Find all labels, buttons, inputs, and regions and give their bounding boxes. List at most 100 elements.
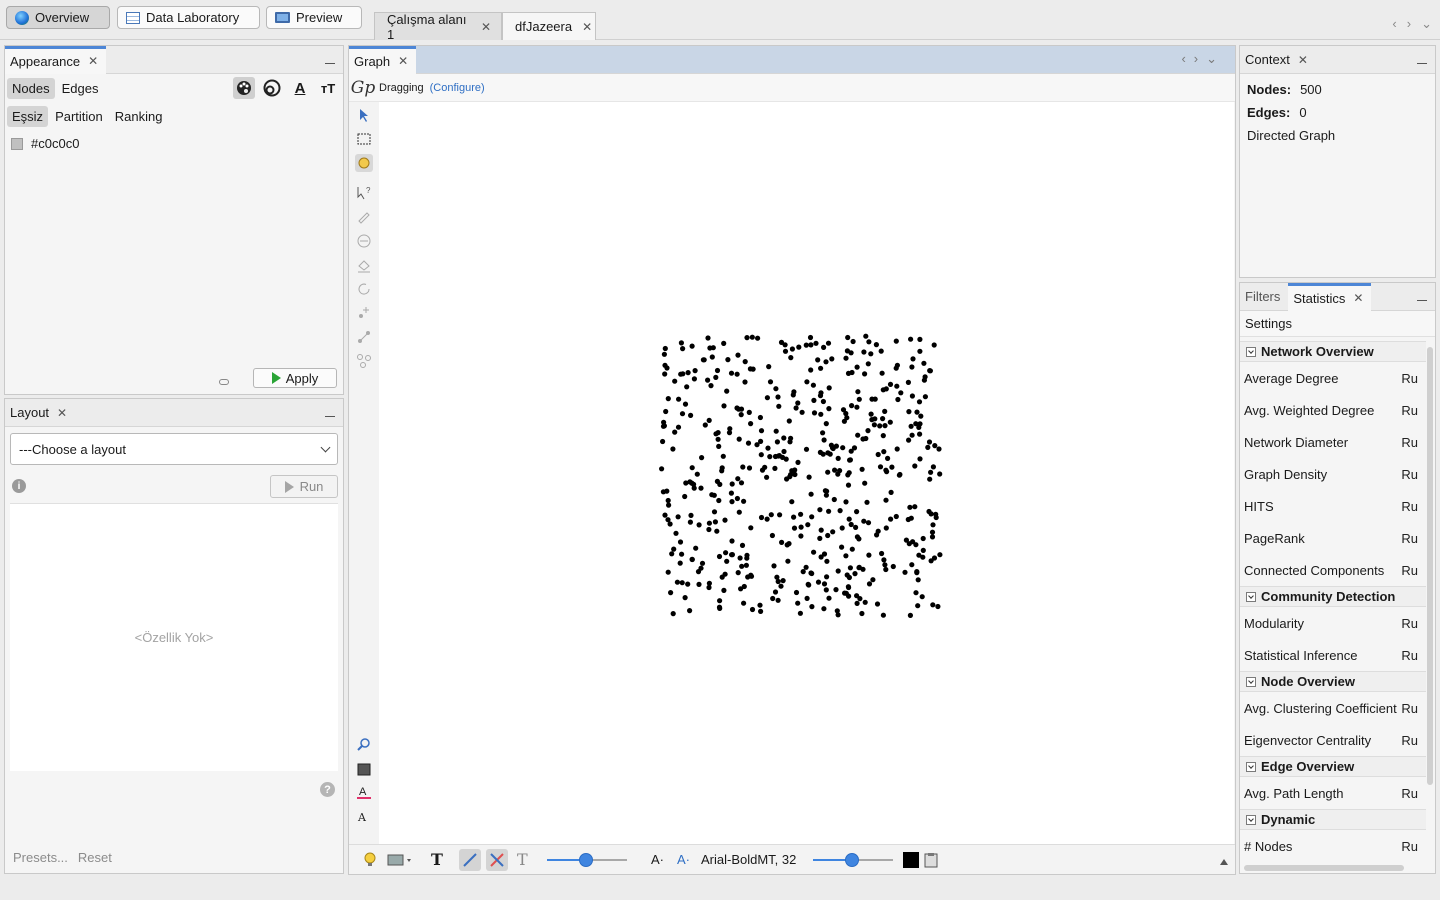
- graph-node[interactable]: [660, 438, 666, 445]
- graph-node[interactable]: [830, 529, 836, 535]
- graph-node[interactable]: [808, 342, 814, 348]
- stats-run-button[interactable]: Ru: [1401, 701, 1418, 716]
- graph-node[interactable]: [728, 490, 734, 496]
- graph-node[interactable]: [837, 468, 843, 474]
- graph-node[interactable]: [770, 595, 776, 602]
- tab-workspace-1[interactable]: Çalışma alanı 1 ✕: [374, 12, 502, 42]
- graph-node[interactable]: [880, 433, 886, 439]
- graph-node[interactable]: [671, 546, 677, 552]
- graph-node[interactable]: [749, 334, 755, 340]
- graph-node[interactable]: [808, 367, 814, 373]
- graph-node[interactable]: [874, 601, 881, 607]
- graph-node[interactable]: [724, 388, 730, 394]
- add-node-icon[interactable]: [355, 304, 373, 322]
- graph-node[interactable]: [905, 379, 912, 385]
- graph-node[interactable]: [777, 512, 783, 518]
- graph-node[interactable]: [659, 466, 665, 472]
- graph-node[interactable]: [920, 535, 926, 542]
- graph-node[interactable]: [843, 499, 849, 505]
- graph-node[interactable]: [915, 577, 921, 583]
- graph-node[interactable]: [879, 550, 885, 557]
- graph-node[interactable]: [882, 423, 888, 429]
- graph-node[interactable]: [893, 338, 899, 344]
- graph-node[interactable]: [769, 532, 775, 539]
- graph-node[interactable]: [919, 594, 925, 600]
- graph-node[interactable]: [813, 340, 819, 346]
- graph-node[interactable]: [693, 545, 699, 551]
- graph-node[interactable]: [758, 514, 765, 521]
- graph-node[interactable]: [928, 558, 934, 564]
- graph-node[interactable]: [855, 389, 861, 395]
- graph-node[interactable]: [772, 465, 778, 471]
- add-edge-icon[interactable]: [355, 328, 373, 346]
- graph-node[interactable]: [931, 342, 937, 348]
- horizontal-scrollbar[interactable]: [1244, 865, 1404, 871]
- graph-node[interactable]: [758, 452, 764, 458]
- stats-run-button[interactable]: Ru: [1401, 499, 1418, 514]
- graph-node[interactable]: [809, 604, 815, 610]
- graph-node[interactable]: [722, 517, 728, 523]
- graph-node[interactable]: [739, 563, 745, 569]
- graph-node[interactable]: [916, 424, 922, 430]
- graph-node[interactable]: [803, 564, 809, 570]
- graph-node[interactable]: [879, 370, 885, 376]
- tab-ranking[interactable]: Ranking: [110, 106, 168, 127]
- graph-node[interactable]: [843, 355, 849, 361]
- node-size-slider[interactable]: [547, 853, 627, 867]
- graph-node[interactable]: [699, 560, 706, 566]
- graph-node[interactable]: [754, 442, 760, 448]
- graph-node[interactable]: [758, 428, 765, 434]
- graph-node[interactable]: [906, 409, 912, 415]
- graph-node[interactable]: [706, 417, 712, 423]
- graph-node[interactable]: [877, 464, 884, 470]
- chevron-down-icon[interactable]: ⌄: [1421, 16, 1432, 32]
- graph-node[interactable]: [670, 611, 676, 617]
- graph-node[interactable]: [696, 522, 702, 528]
- graph-node[interactable]: [775, 394, 781, 400]
- graph-node[interactable]: [864, 499, 870, 505]
- graph-node[interactable]: [791, 514, 797, 520]
- stats-run-button[interactable]: Ru: [1401, 616, 1418, 631]
- graph-node[interactable]: [860, 566, 866, 572]
- graph-node[interactable]: [689, 343, 695, 349]
- chevron-left-icon[interactable]: ‹: [1392, 16, 1396, 32]
- stats-category[interactable]: Dynamic: [1240, 809, 1426, 830]
- graph-node[interactable]: [872, 396, 878, 402]
- graph-node[interactable]: [803, 342, 809, 348]
- graph-node[interactable]: [734, 495, 740, 502]
- graph-node[interactable]: [788, 355, 794, 361]
- graph-node[interactable]: [821, 344, 827, 350]
- graph-node[interactable]: [803, 446, 810, 452]
- graph-node[interactable]: [893, 365, 899, 371]
- graph-node[interactable]: [682, 493, 688, 500]
- graph-node[interactable]: [865, 361, 871, 367]
- graph-node[interactable]: [775, 578, 781, 585]
- graph-node[interactable]: [661, 351, 667, 357]
- stats-category[interactable]: Edge Overview: [1240, 756, 1426, 777]
- stats-category[interactable]: Community Detection: [1240, 586, 1426, 607]
- graph-node[interactable]: [764, 474, 770, 480]
- shortest-path-icon[interactable]: [355, 232, 373, 250]
- graph-node[interactable]: [922, 374, 928, 380]
- edit-pointer-icon[interactable]: ?: [355, 184, 373, 202]
- graph-node[interactable]: [779, 539, 785, 545]
- graph-node[interactable]: [818, 411, 824, 417]
- graph-node[interactable]: [850, 338, 856, 345]
- graph-node[interactable]: [712, 519, 718, 525]
- graph-node[interactable]: [877, 423, 883, 429]
- graph-node[interactable]: [907, 612, 914, 618]
- graph-node[interactable]: [702, 422, 708, 428]
- graph-node[interactable]: [726, 430, 733, 436]
- graph-node[interactable]: [735, 352, 741, 358]
- graph-node[interactable]: [767, 454, 773, 460]
- graph-node[interactable]: [820, 430, 826, 436]
- tab-unique[interactable]: Eşsiz: [7, 105, 49, 127]
- graph-node[interactable]: [805, 522, 811, 528]
- graph-node[interactable]: [843, 410, 849, 417]
- graph-node[interactable]: [685, 370, 691, 376]
- graph-node[interactable]: [885, 455, 891, 461]
- graph-node[interactable]: [846, 516, 852, 522]
- graph-node[interactable]: [808, 491, 814, 497]
- stats-run-button[interactable]: Ru: [1401, 839, 1418, 854]
- graph-node[interactable]: [845, 472, 851, 478]
